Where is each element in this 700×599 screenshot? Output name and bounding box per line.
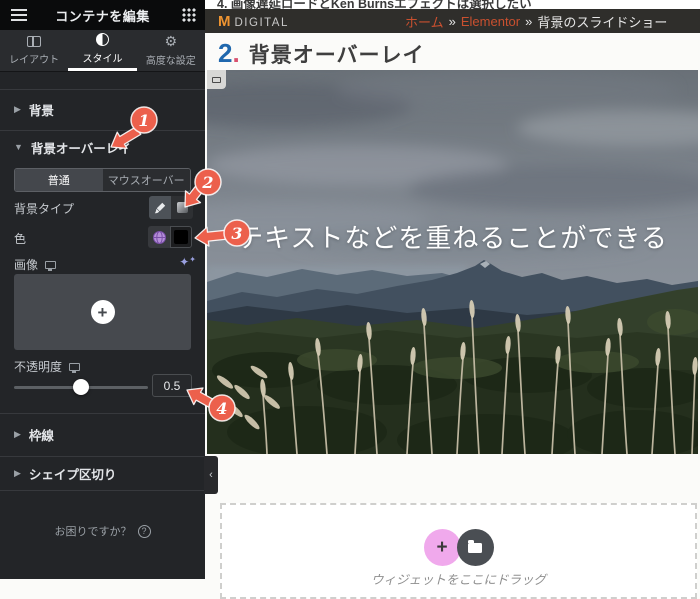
section-border[interactable]: ▶ 枠線 xyxy=(0,413,205,456)
breadcrumb-elementor[interactable]: Elementor xyxy=(461,14,520,29)
state-tab-normal[interactable]: 普通 xyxy=(15,169,103,191)
state-tab-hover[interactable]: マウスオーバー xyxy=(103,169,191,191)
tab-layout[interactable]: レイアウト xyxy=(0,30,68,71)
widgets-grid-icon[interactable] xyxy=(182,8,196,22)
add-image-icon: + xyxy=(91,300,115,324)
section-background-overlay[interactable]: ▼ 背景オーバーレイ xyxy=(0,130,205,164)
section-shape-divider-label: シェイプ区切り xyxy=(29,464,117,483)
hero-container[interactable]: テキストなどを重ねることができる xyxy=(207,70,698,454)
heading-text: 背景オーバーレイ xyxy=(249,39,425,69)
menu-icon[interactable] xyxy=(11,9,27,11)
chevron-left-icon: ‹ xyxy=(209,469,213,481)
responsive-monitor-icon[interactable] xyxy=(45,261,56,269)
breadcrumb: ホーム » Elementor » 背景のスライドショー xyxy=(405,9,667,33)
breadcrumb-separator: » xyxy=(525,14,532,29)
site-header: M DIGITAL ホーム » Elementor » 背景のスライドショー xyxy=(205,9,700,33)
panel-title: コンテナを編集 xyxy=(0,6,205,25)
template-library-button[interactable] xyxy=(457,529,494,566)
heading-dot: . xyxy=(232,38,239,69)
gradient-background-button[interactable] xyxy=(171,196,193,219)
color-swatch-black xyxy=(174,230,188,244)
divider xyxy=(0,490,205,491)
container-handle-icon xyxy=(212,77,221,83)
hero-overlay-text: テキストなどを重ねることができる xyxy=(207,218,698,255)
background-type-buttons xyxy=(149,196,193,219)
section-shape-divider[interactable]: ▶ シェイプ区切り xyxy=(0,456,205,490)
logo-text: DIGITAL xyxy=(235,17,289,29)
help-link[interactable]: お困りですか？ ? xyxy=(0,523,205,539)
color-label: 色 xyxy=(14,230,26,247)
tab-layout-label: レイアウト xyxy=(9,51,59,66)
mountain-landscape-image xyxy=(207,70,698,454)
breadcrumb-current: 背景のスライドショー xyxy=(537,12,667,31)
image-upload-box[interactable]: + xyxy=(14,274,191,350)
gradient-icon xyxy=(177,202,188,213)
drop-zone-buttons: + xyxy=(424,529,494,566)
chevron-right-icon: ▶ xyxy=(14,104,21,115)
responsive-monitor-icon[interactable] xyxy=(69,363,80,371)
container-handle[interactable] xyxy=(207,70,226,89)
clipped-list-text: 4. 画像遅延ロードとKen Burnsエフェクトは選択したい xyxy=(205,0,700,9)
classic-background-button[interactable] xyxy=(149,196,171,219)
state-tabs: 普通 マウスオーバー xyxy=(14,168,191,192)
widget-drop-zone[interactable]: + ウィジェットをここにドラッグ xyxy=(220,503,697,599)
global-color-button[interactable] xyxy=(148,226,170,248)
chevron-right-icon: ▶ xyxy=(14,429,21,440)
panel-topbar: コンテナを編集 xyxy=(0,0,205,30)
section-background[interactable]: ▶ 背景 xyxy=(0,89,205,130)
color-picker-button[interactable] xyxy=(170,226,192,248)
breadcrumb-separator: » xyxy=(449,14,456,29)
panel-tabs: レイアウト スタイル ⚙ 高度な設定 xyxy=(0,30,205,72)
elementor-panel: コンテナを編集 レイアウト スタイル ⚙ 高度な設定 ▶ 背景 ▼ 背景オーバー… xyxy=(0,0,205,579)
brush-icon xyxy=(153,201,167,215)
chevron-right-icon: ▶ xyxy=(14,468,21,479)
page-heading: 2 . 背景オーバーレイ xyxy=(218,38,425,69)
gear-icon: ⚙ xyxy=(165,35,178,48)
style-icon xyxy=(96,33,109,46)
opacity-label: 不透明度 xyxy=(14,358,80,375)
layout-icon xyxy=(27,36,41,47)
image-label: 画像 xyxy=(14,256,56,273)
ai-sparkle-icon[interactable]: ✦✦ xyxy=(179,255,196,269)
section-background-label: 背景 xyxy=(29,100,54,119)
breadcrumb-home[interactable]: ホーム xyxy=(405,12,444,31)
site-logo[interactable]: M DIGITAL xyxy=(218,13,289,30)
globe-icon xyxy=(152,230,167,245)
opacity-value-input[interactable] xyxy=(152,374,192,397)
add-widget-button[interactable]: + xyxy=(424,529,461,566)
preview-area: 4. 画像遅延ロードとKen Burnsエフェクトは選択したい M DIGITA… xyxy=(205,0,700,579)
panel-collapse-toggle[interactable]: ‹ xyxy=(204,456,218,494)
help-text: お困りですか？ xyxy=(55,523,132,539)
folder-icon xyxy=(468,543,482,553)
logo-mark: M xyxy=(218,13,231,30)
tab-style[interactable]: スタイル xyxy=(68,30,136,71)
tab-advanced[interactable]: ⚙ 高度な設定 xyxy=(137,30,205,71)
tab-advanced-label: 高度な設定 xyxy=(146,52,196,67)
background-type-label: 背景タイプ xyxy=(14,200,74,217)
heading-number: 2 xyxy=(218,38,232,69)
tab-style-label: スタイル xyxy=(82,50,122,65)
chevron-down-icon: ▼ xyxy=(14,142,23,152)
opacity-slider-handle[interactable] xyxy=(73,379,89,395)
section-background-overlay-label: 背景オーバーレイ xyxy=(31,138,131,157)
section-border-label: 枠線 xyxy=(29,425,54,444)
question-circle-icon: ? xyxy=(138,525,151,538)
